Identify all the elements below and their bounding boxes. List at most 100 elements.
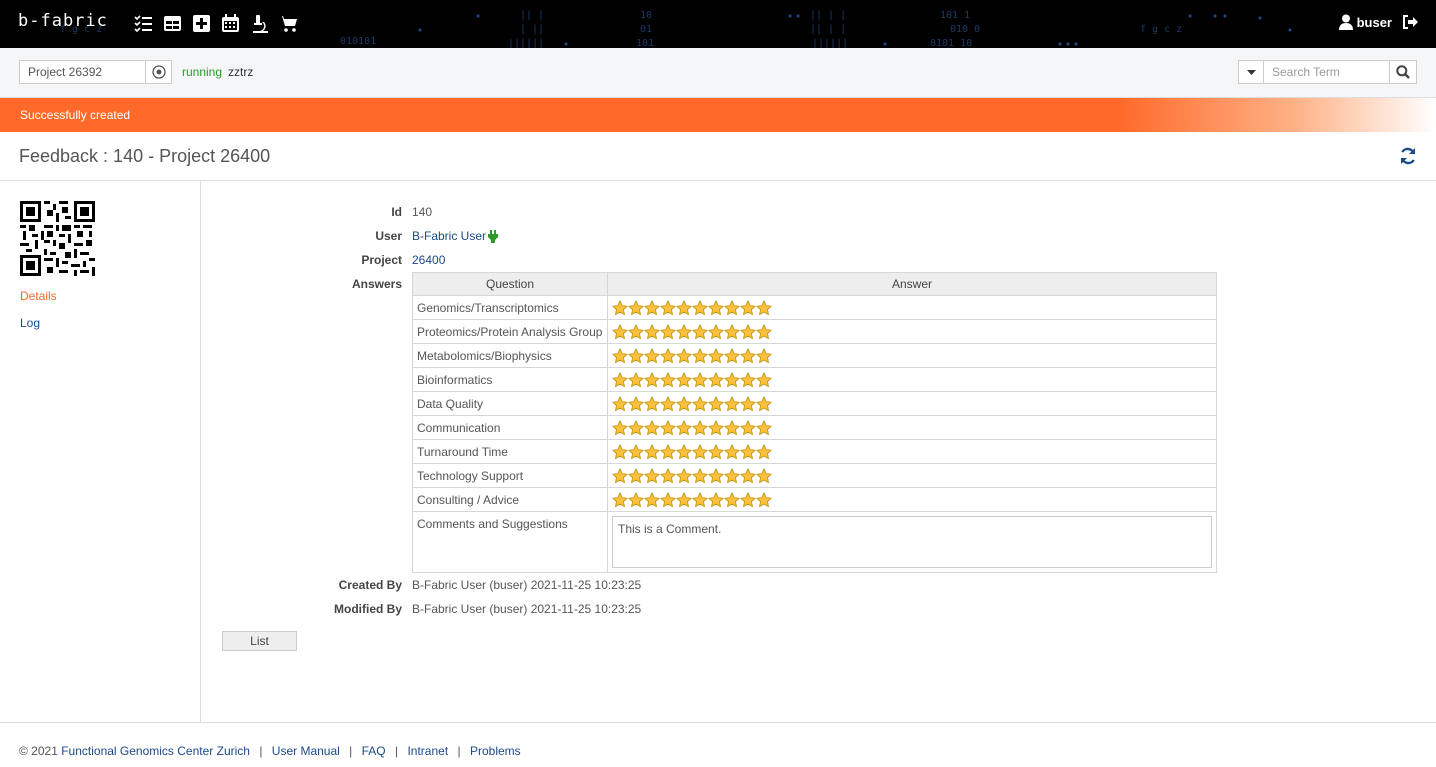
star-icon[interactable]	[756, 348, 772, 364]
star-icon[interactable]	[756, 492, 772, 508]
star-icon[interactable]	[644, 372, 660, 388]
star-icon[interactable]	[660, 468, 676, 484]
star-rating[interactable]	[612, 372, 1212, 388]
star-rating[interactable]	[612, 468, 1212, 484]
star-icon[interactable]	[708, 300, 724, 316]
star-icon[interactable]	[628, 324, 644, 340]
star-icon[interactable]	[740, 372, 756, 388]
footer-link-faq[interactable]: FAQ	[362, 744, 386, 758]
star-icon[interactable]	[692, 300, 708, 316]
star-icon[interactable]	[708, 444, 724, 460]
cart-icon[interactable]	[279, 14, 298, 33]
star-icon[interactable]	[692, 396, 708, 412]
star-icon[interactable]	[660, 300, 676, 316]
star-icon[interactable]	[644, 492, 660, 508]
star-icon[interactable]	[612, 300, 628, 316]
star-icon[interactable]	[676, 324, 692, 340]
star-icon[interactable]	[708, 420, 724, 436]
search-button[interactable]	[1389, 60, 1417, 84]
brand-logo[interactable]: b-fabric	[18, 11, 108, 31]
star-icon[interactable]	[628, 444, 644, 460]
star-icon[interactable]	[708, 324, 724, 340]
star-icon[interactable]	[660, 324, 676, 340]
star-icon[interactable]	[692, 420, 708, 436]
star-icon[interactable]	[660, 420, 676, 436]
star-icon[interactable]	[628, 420, 644, 436]
star-icon[interactable]	[724, 492, 740, 508]
username-label[interactable]: buser	[1357, 15, 1392, 30]
star-icon[interactable]	[756, 444, 772, 460]
star-icon[interactable]	[756, 396, 772, 412]
star-icon[interactable]	[644, 324, 660, 340]
star-icon[interactable]	[612, 396, 628, 412]
star-icon[interactable]	[660, 348, 676, 364]
star-icon[interactable]	[756, 300, 772, 316]
star-icon[interactable]	[756, 468, 772, 484]
star-icon[interactable]	[628, 372, 644, 388]
comments-textarea[interactable]: This is a Comment.	[612, 516, 1212, 568]
star-icon[interactable]	[676, 372, 692, 388]
star-icon[interactable]	[660, 396, 676, 412]
star-icon[interactable]	[628, 468, 644, 484]
footer-link-user-manual[interactable]: User Manual	[272, 744, 340, 758]
footer-link-problems[interactable]: Problems	[470, 744, 521, 758]
star-icon[interactable]	[740, 444, 756, 460]
star-rating[interactable]	[612, 492, 1212, 508]
star-icon[interactable]	[708, 348, 724, 364]
star-icon[interactable]	[756, 372, 772, 388]
star-icon[interactable]	[644, 468, 660, 484]
star-icon[interactable]	[628, 396, 644, 412]
star-icon[interactable]	[628, 300, 644, 316]
star-icon[interactable]	[644, 348, 660, 364]
star-icon[interactable]	[724, 396, 740, 412]
sidebar-item-details[interactable]: Details	[20, 289, 57, 303]
search-scope-dropdown[interactable]	[1238, 60, 1264, 84]
star-icon[interactable]	[724, 372, 740, 388]
star-icon[interactable]	[660, 492, 676, 508]
star-icon[interactable]	[708, 396, 724, 412]
project-selector-input[interactable]	[19, 60, 146, 84]
star-icon[interactable]	[644, 396, 660, 412]
star-icon[interactable]	[628, 348, 644, 364]
star-rating[interactable]	[612, 396, 1212, 412]
star-icon[interactable]	[660, 444, 676, 460]
user-icon[interactable]	[1338, 14, 1353, 30]
star-icon[interactable]	[724, 468, 740, 484]
star-icon[interactable]	[740, 468, 756, 484]
star-icon[interactable]	[628, 492, 644, 508]
star-icon[interactable]	[756, 420, 772, 436]
star-icon[interactable]	[676, 468, 692, 484]
calendar-icon[interactable]	[221, 14, 240, 33]
star-icon[interactable]	[612, 444, 628, 460]
user-link[interactable]: B-Fabric User	[412, 229, 486, 243]
star-icon[interactable]	[692, 324, 708, 340]
microscope-icon[interactable]	[250, 14, 269, 33]
star-rating[interactable]	[612, 300, 1212, 316]
star-icon[interactable]	[724, 324, 740, 340]
logout-icon[interactable]	[1402, 15, 1418, 29]
star-rating[interactable]	[612, 444, 1212, 460]
star-icon[interactable]	[660, 372, 676, 388]
star-icon[interactable]	[708, 372, 724, 388]
star-icon[interactable]	[724, 300, 740, 316]
star-icon[interactable]	[612, 420, 628, 436]
star-icon[interactable]	[644, 444, 660, 460]
star-icon[interactable]	[692, 348, 708, 364]
star-icon[interactable]	[612, 324, 628, 340]
star-icon[interactable]	[676, 348, 692, 364]
star-icon[interactable]	[644, 300, 660, 316]
star-icon[interactable]	[676, 300, 692, 316]
refresh-icon[interactable]	[1399, 147, 1417, 165]
project-link[interactable]: 26400	[412, 253, 445, 267]
star-icon[interactable]	[740, 348, 756, 364]
star-rating[interactable]	[612, 420, 1212, 436]
star-icon[interactable]	[676, 420, 692, 436]
project-select-button[interactable]	[146, 60, 172, 84]
star-icon[interactable]	[676, 444, 692, 460]
star-icon[interactable]	[692, 468, 708, 484]
star-icon[interactable]	[612, 348, 628, 364]
star-rating[interactable]	[612, 324, 1212, 340]
star-icon[interactable]	[724, 444, 740, 460]
star-icon[interactable]	[756, 324, 772, 340]
footer-link-intranet[interactable]: Intranet	[407, 744, 448, 758]
